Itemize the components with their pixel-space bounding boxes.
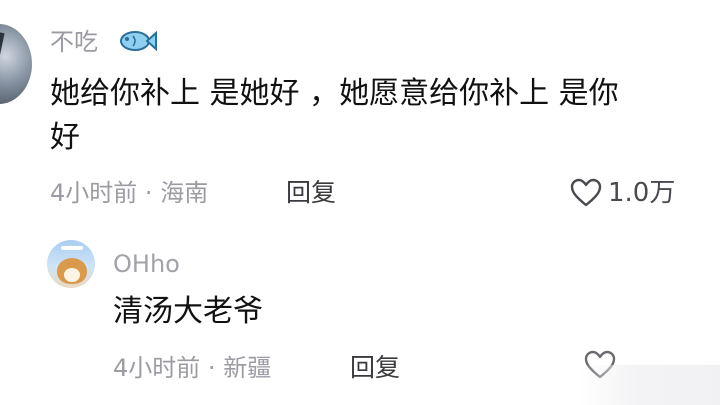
reply-button[interactable]: 回复	[286, 180, 336, 205]
comment-meta: 4小时前 · 海南	[50, 181, 208, 205]
comment-username[interactable]: 不吃	[50, 30, 98, 54]
avatar-detail	[64, 268, 80, 282]
reply-avatar[interactable]	[47, 240, 95, 288]
avatar-detail	[61, 246, 83, 250]
meta-separator: ·	[207, 354, 216, 382]
reply-meta: 4小时前 · 新疆	[113, 356, 271, 380]
reply-location: 新疆	[223, 354, 272, 382]
fish-icon	[119, 28, 157, 54]
like-count: 1.0万	[608, 178, 676, 208]
reply-time: 4小时前	[113, 354, 201, 382]
reply-reply-button[interactable]: 回复	[350, 355, 400, 380]
avatar[interactable]	[0, 24, 32, 104]
reply-username[interactable]: OHho	[113, 252, 180, 276]
comment-text-line-2: 好	[50, 120, 80, 155]
heart-icon[interactable]	[570, 178, 602, 208]
watermark-overlay	[580, 365, 720, 405]
meta-separator: ·	[144, 179, 153, 207]
comment-location: 海南	[160, 179, 209, 207]
comment-text-line-1: 她给你补上 是她好 ，她愿意给你补上 是你	[50, 76, 619, 111]
comment-time: 4小时前	[50, 179, 138, 207]
avatar-detail	[0, 32, 5, 96]
reply-text: 清汤大老爷	[113, 294, 263, 329]
